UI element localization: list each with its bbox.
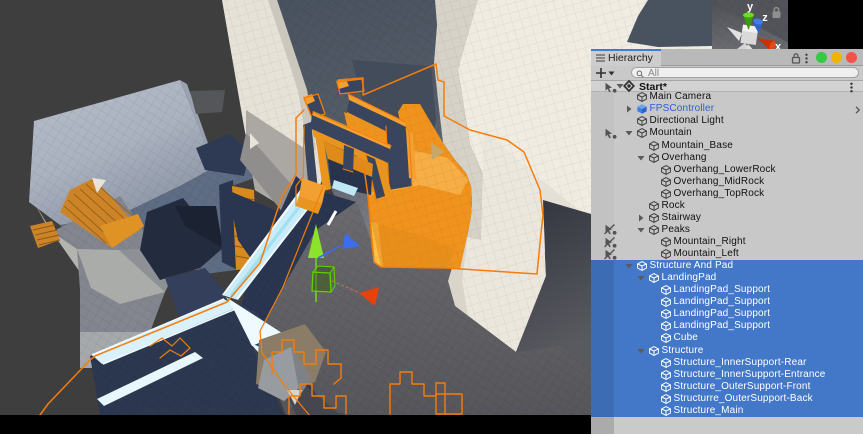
svg-text:y: y: [747, 1, 754, 13]
svg-text:z: z: [762, 12, 768, 24]
